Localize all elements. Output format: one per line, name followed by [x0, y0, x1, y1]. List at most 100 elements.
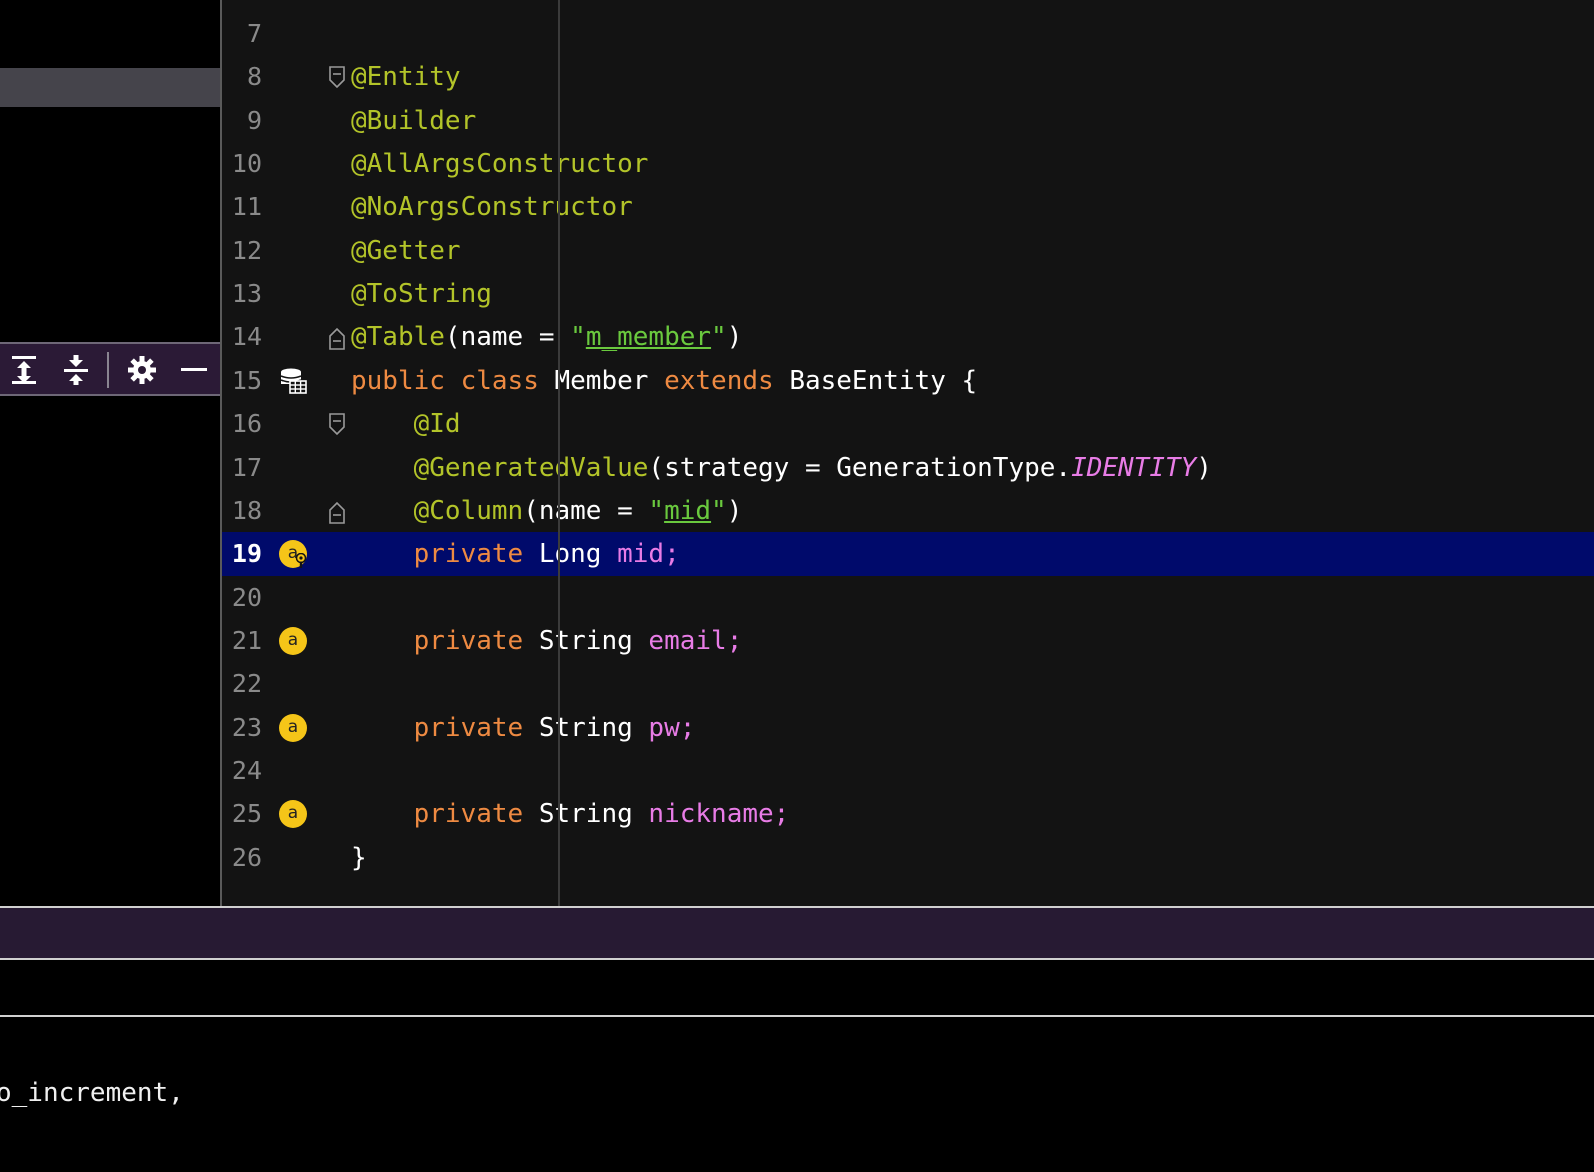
code-line[interactable]: 16 @Id [222, 402, 1594, 446]
code-line[interactable]: 25 a private String nickname; [222, 792, 1594, 836]
code-token: String [538, 625, 649, 656]
code-text[interactable]: @ToString [351, 272, 492, 316]
gear-icon[interactable] [123, 352, 161, 388]
tool-window-header [0, 906, 1594, 960]
code-token: (name = [444, 322, 571, 353]
line-number: 13 [231, 279, 262, 309]
code-token: (strategy = GenerationType. [648, 452, 1072, 483]
code-line[interactable]: 24 [222, 749, 1594, 793]
project-tree-selected-row[interactable] [0, 68, 220, 107]
code-text[interactable]: private String pw; [351, 706, 696, 750]
line-number: 18 [231, 495, 262, 525]
code-token: Member [554, 365, 665, 396]
tool-window-tabs [0, 960, 1594, 1017]
code-token: mid [664, 495, 712, 526]
line-number: 19 [231, 539, 262, 569]
attribute-badge: a [279, 713, 307, 742]
line-number: 26 [231, 842, 262, 872]
code-line[interactable]: 7 [222, 12, 1594, 56]
line-number: 12 [231, 235, 262, 265]
code-token: class [460, 365, 555, 396]
attribute-icon[interactable]: a [279, 713, 307, 742]
code-editor[interactable]: 7 8 @Entity 9 @Builder 10 @AllArgsConstructor 1… [220, 0, 1594, 906]
code-line[interactable]: 20 [222, 576, 1594, 620]
code-token: Long [538, 539, 618, 570]
key-icon [294, 552, 308, 569]
toolbar-separator [107, 352, 109, 388]
code-token: @Table [351, 322, 445, 353]
code-token: @GeneratedValue [351, 452, 649, 483]
line-number: 24 [231, 755, 262, 785]
expand-all-icon[interactable] [5, 352, 43, 388]
code-text[interactable]: @GeneratedValue(strategy = GenerationTyp… [351, 446, 1212, 490]
console-line: o_increment, [0, 1078, 184, 1108]
line-number: 25 [231, 799, 262, 829]
code-token: " [648, 495, 665, 526]
line-number: 7 [246, 19, 262, 48]
line-number: 23 [231, 712, 262, 742]
code-token: " [570, 322, 586, 353]
attribute-icon[interactable]: a [279, 800, 307, 829]
code-text[interactable]: @Table(name = "m_member") [351, 315, 742, 359]
code-text[interactable]: @Entity [351, 55, 461, 99]
code-line[interactable]: 14 @Table(name = "m_member") [222, 315, 1594, 359]
attribute-icon[interactable]: a [279, 626, 307, 655]
code-line[interactable]: 13 @ToString [222, 272, 1594, 316]
code-token: (name = [523, 495, 649, 526]
code-token: @NoArgsConstructor [351, 192, 633, 223]
code-token: @AllArgsConstructor [351, 149, 649, 180]
code-token: ) [726, 495, 743, 526]
line-number: 14 [231, 322, 262, 352]
line-number: 15 [231, 365, 262, 395]
project-panel [0, 0, 220, 906]
code-token: @Getter [351, 235, 461, 266]
code-text[interactable]: private String nickname; [351, 792, 790, 836]
fold-open-icon[interactable] [328, 65, 346, 91]
code-text[interactable]: @NoArgsConstructor [351, 185, 633, 229]
code-line[interactable]: 12 @Getter [222, 229, 1594, 273]
code-token: IDENTITY [1071, 452, 1197, 483]
code-token: " [711, 322, 727, 353]
code-line[interactable]: 21 a private String email; [222, 619, 1594, 663]
attribute-badge: a [279, 626, 307, 655]
code-text[interactable]: @AllArgsConstructor [351, 142, 648, 186]
code-token: extends [664, 365, 790, 396]
line-number: 17 [231, 452, 262, 482]
code-line[interactable]: 9 @Builder [222, 99, 1594, 143]
code-token: @Column [351, 495, 524, 526]
collapse-all-icon[interactable] [57, 352, 95, 388]
minimize-icon[interactable] [175, 352, 213, 388]
code-text[interactable]: private Long mid; [351, 532, 680, 576]
code-line[interactable]: 8 @Entity [222, 55, 1594, 99]
fold-open-icon[interactable] [328, 412, 346, 438]
code-line[interactable]: 26} [222, 836, 1594, 880]
fold-close-icon[interactable] [328, 499, 346, 525]
code-token: pw; [648, 712, 696, 743]
code-token: } [351, 842, 367, 873]
code-line[interactable]: 11 @NoArgsConstructor [222, 185, 1594, 229]
code-text[interactable]: private String email; [351, 619, 743, 663]
code-line[interactable]: 10 @AllArgsConstructor [222, 142, 1594, 186]
code-token: String [538, 799, 649, 830]
code-line[interactable]: 15 public class Member extends BaseEntity… [222, 359, 1594, 403]
code-text[interactable]: @Column(name = "mid") [351, 489, 743, 533]
line-number: 21 [231, 625, 262, 655]
code-text[interactable]: @Builder [351, 99, 476, 143]
code-token: ) [1196, 452, 1212, 483]
fold-close-icon[interactable] [328, 325, 346, 351]
code-text[interactable]: public class Member extends BaseEntity { [351, 359, 977, 403]
line-number: 8 [246, 62, 262, 92]
code-line[interactable]: 22 [222, 662, 1594, 706]
code-line[interactable]: 17 @GeneratedValue(strategy = Generation… [222, 446, 1594, 490]
code-line[interactable]: 18 @Column(name = "mid") [222, 489, 1594, 533]
code-token: @Id [351, 409, 461, 440]
attribute-key-icon[interactable]: a [279, 540, 308, 569]
code-text[interactable]: } [351, 836, 367, 880]
code-token: @ToString [351, 279, 492, 310]
line-number: 20 [231, 582, 262, 612]
code-line[interactable]: 19 a private Long mid; [222, 532, 1594, 577]
code-text[interactable]: @Getter [351, 229, 461, 273]
database-table-icon[interactable] [279, 367, 307, 395]
code-text[interactable]: @Id [351, 402, 461, 446]
code-line[interactable]: 23 a private String pw; [222, 706, 1594, 750]
